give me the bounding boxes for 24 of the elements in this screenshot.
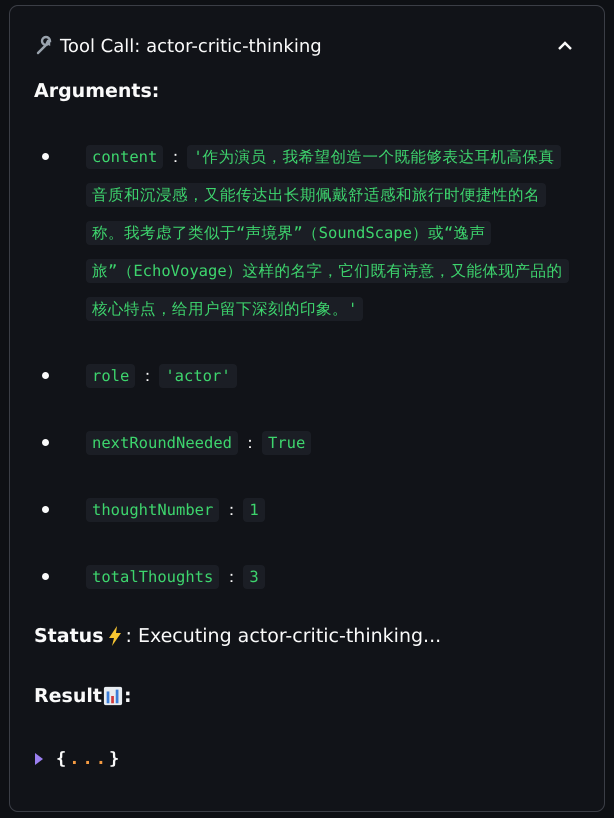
status-label: Status: [34, 625, 104, 647]
bullet: [42, 573, 49, 580]
separator: ：: [240, 432, 259, 454]
colon: :: [124, 685, 132, 707]
argument-key: role: [86, 364, 136, 388]
argument-key: totalThoughts: [86, 565, 220, 589]
panel-title: Tool Call: actor-critic-thinking: [60, 36, 322, 56]
disclosure-triangle-icon[interactable]: [34, 752, 44, 766]
bullet: [42, 439, 49, 446]
status-text: : Executing actor-critic-thinking...: [126, 625, 442, 647]
result-label: Result: [34, 685, 102, 707]
separator: ：: [166, 146, 184, 168]
separator: ：: [138, 365, 156, 387]
argument-key: nextRoundNeeded: [86, 431, 238, 455]
bullet: [42, 153, 49, 160]
separator: ：: [222, 566, 240, 588]
json-preview: {...}: [56, 749, 122, 769]
argument-key: content: [86, 145, 164, 169]
bar-chart-icon: [102, 685, 123, 707]
separator: ：: [222, 499, 240, 521]
bullet: [42, 506, 49, 513]
arguments-heading: Arguments:: [34, 80, 160, 102]
bullet: [42, 372, 49, 379]
argument-key: thoughtNumber: [86, 498, 220, 522]
